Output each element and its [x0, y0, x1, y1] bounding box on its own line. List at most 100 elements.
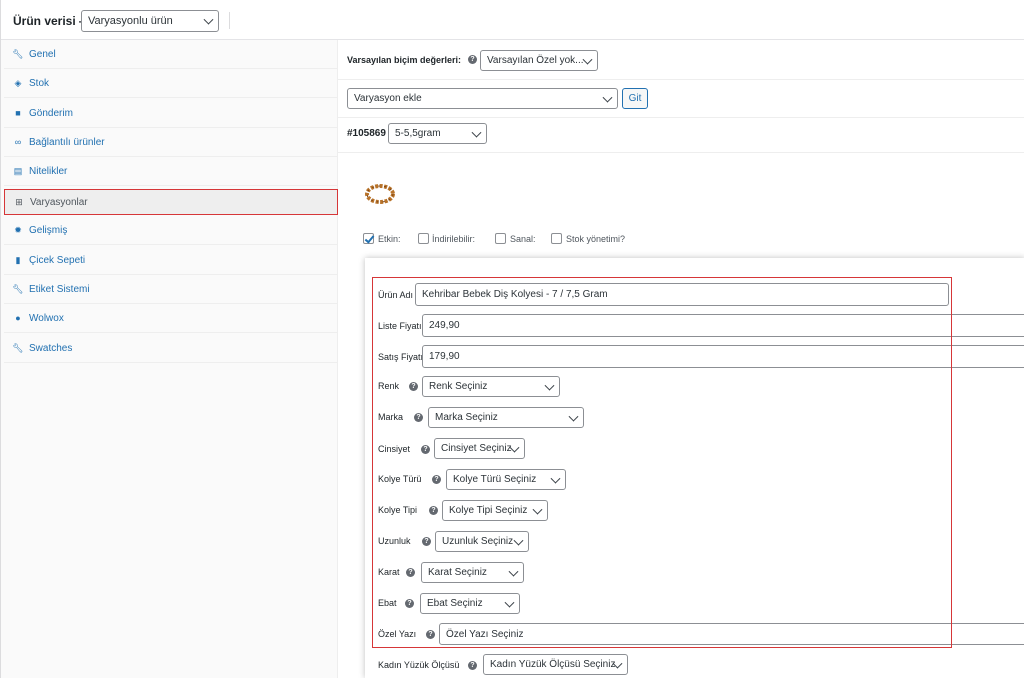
- wrench-icon: 🔧︎: [12, 48, 24, 59]
- chevron-down-icon: [508, 566, 519, 577]
- tab-etiket-sistemi[interactable]: 🔧︎ Etiket Sistemi: [4, 275, 338, 304]
- ring-size-select[interactable]: Kadın Yüzük Ölçüsü Seçiniz: [483, 654, 628, 675]
- tab-wolwox[interactable]: ● Wolwox: [4, 304, 338, 333]
- size-select[interactable]: Ebat Seçiniz: [420, 593, 520, 614]
- product-data-header: Ürün verisi — Varyasyonlu ürün: [1, 0, 1024, 40]
- list-price-label: Liste Fiyatı: [378, 321, 422, 331]
- custom-text-label: Özel Yazı: [378, 629, 417, 639]
- tab-cicek-sepeti[interactable]: ▮ Çicek Sepeti: [4, 246, 338, 275]
- carat-select[interactable]: Karat Seçiniz: [421, 562, 524, 583]
- product-type-select[interactable]: Varyasyonlu ürün: [81, 10, 219, 32]
- product-name-input[interactable]: Kehribar Bebek Diş Kolyesi - 7 / 7,5 Gra…: [415, 283, 949, 306]
- manage-stock-checkbox[interactable]: [551, 233, 562, 244]
- link-icon: ∞: [14, 137, 22, 147]
- virtual-checkbox[interactable]: [495, 233, 506, 244]
- go-button[interactable]: Git: [622, 88, 648, 109]
- downloadable-label: İndirilebilir:: [432, 234, 476, 244]
- tab-shipping[interactable]: ■ Gönderim: [4, 99, 338, 128]
- variation-id: #105869: [347, 128, 386, 139]
- tab-label: Bağlantılı ürünler: [29, 136, 105, 148]
- wrench-icon: 🔧︎: [12, 342, 24, 353]
- tab-general[interactable]: 🔧︎ Genel: [4, 40, 338, 69]
- tab-label: Genel: [29, 48, 56, 60]
- variation-image[interactable]: [357, 171, 403, 217]
- tab-linked-products[interactable]: ∞ Bağlantılı ürünler: [4, 128, 338, 157]
- length-value: Uzunluk Seçiniz: [442, 536, 514, 547]
- tab-label: Nitelikler: [29, 165, 68, 177]
- help-icon[interactable]: ?: [468, 55, 477, 64]
- necklace-type-select[interactable]: Kolye Türü Seçiniz: [446, 469, 566, 490]
- tab-inventory[interactable]: ◈ Stok: [4, 69, 338, 98]
- default-value-select[interactable]: Varsayılan Özel yok...: [480, 50, 598, 71]
- help-icon[interactable]: ?: [409, 382, 418, 391]
- brand-select[interactable]: Marka Seçiniz: [428, 407, 584, 428]
- chevron-down-icon: [513, 535, 524, 546]
- help-icon[interactable]: ?: [432, 475, 441, 484]
- help-icon[interactable]: ?: [405, 599, 414, 608]
- chevron-down-icon: [544, 380, 555, 391]
- color-value: Renk Seçiniz: [429, 381, 488, 392]
- chevron-down-icon: [471, 127, 482, 138]
- truck-icon: ■: [15, 108, 21, 118]
- gender-value: Cinsiyet Seçiniz: [441, 443, 512, 454]
- tab-swatches[interactable]: 🔧︎ Swatches: [4, 334, 338, 363]
- product-name-label: Ürün Adı: [378, 290, 414, 300]
- help-icon[interactable]: ?: [426, 630, 435, 639]
- list-price-input[interactable]: 249,90: [422, 314, 1024, 337]
- help-icon[interactable]: ?: [422, 537, 431, 546]
- help-icon[interactable]: ?: [421, 445, 430, 454]
- sale-price-label: Satış Fiyatı: [378, 352, 424, 362]
- tab-label: Gelişmiş: [29, 224, 68, 236]
- enabled-checkbox[interactable]: [363, 233, 374, 244]
- tab-label: Stok: [29, 77, 50, 89]
- necklace-style-select[interactable]: Kolye Tipi Seçiniz: [442, 500, 548, 521]
- downloadable-checkbox[interactable]: [418, 233, 429, 244]
- length-select[interactable]: Uzunluk Seçiniz: [435, 531, 529, 552]
- product-data-panel: Ürün verisi — Varyasyonlu ürün 🔧︎ Genel …: [0, 0, 1024, 678]
- color-select[interactable]: Renk Seçiniz: [422, 376, 560, 397]
- tab-advanced[interactable]: ✹ Gelişmiş: [4, 216, 338, 245]
- default-values-label: Varsayılan biçim değerleri:: [347, 55, 462, 65]
- tab-label: Gönderim: [29, 107, 73, 119]
- product-data-tabs: 🔧︎ Genel ◈ Stok ■ Gönderim ∞ Bağlantılı …: [1, 40, 338, 678]
- size-label: Ebat: [378, 598, 397, 608]
- help-icon[interactable]: ?: [429, 506, 438, 515]
- variation-attribute-value: 5-5,5gram: [395, 128, 441, 139]
- tab-label: Çicek Sepeti: [29, 254, 86, 266]
- chevron-down-icon: [203, 14, 214, 25]
- necklace-type-value: Kolye Türü Seçiniz: [453, 474, 537, 485]
- help-icon[interactable]: ?: [414, 413, 423, 422]
- chevron-down-icon: [532, 504, 543, 515]
- tab-label: Wolwox: [29, 312, 64, 324]
- list-icon: ▤: [13, 165, 23, 176]
- help-icon[interactable]: ?: [406, 568, 415, 577]
- chevron-down-icon: [568, 411, 579, 422]
- wrench-icon: 🔧︎: [12, 283, 24, 294]
- add-variation-select[interactable]: Varyasyon ekle: [347, 88, 618, 109]
- gear-icon: ✹: [14, 224, 22, 235]
- virtual-label: Sanal:: [510, 234, 536, 244]
- enabled-label: Etkin:: [378, 234, 401, 244]
- manage-stock-label: Stok yönetimi?: [566, 234, 626, 244]
- help-icon[interactable]: ?: [468, 661, 477, 670]
- product-data-title: Ürün verisi —: [13, 14, 92, 28]
- chevron-down-icon: [582, 54, 593, 65]
- tab-variations[interactable]: ⊞ Varyasyonlar: [4, 189, 338, 215]
- gender-select[interactable]: Cinsiyet Seçiniz: [434, 438, 525, 459]
- carat-value: Karat Seçiniz: [428, 567, 487, 578]
- necklace-style-label: Kolye Tipi: [378, 505, 418, 515]
- custom-text-select[interactable]: Özel Yazı Seçiniz: [439, 623, 1024, 645]
- variation-attribute-select[interactable]: 5-5,5gram: [388, 123, 487, 144]
- product-type-value: Varyasyonlu ürün: [88, 15, 173, 27]
- amber-necklace-image: [365, 184, 395, 204]
- tab-attributes[interactable]: ▤ Nitelikler: [4, 157, 338, 186]
- brand-value: Marka Seçiniz: [435, 412, 498, 423]
- bar-chart-icon: ▮: [15, 254, 21, 265]
- grid-icon: ⊞: [15, 196, 23, 207]
- tab-label: Swatches: [29, 342, 73, 354]
- gender-label: Cinsiyet: [378, 444, 411, 454]
- circle-icon: ●: [15, 313, 21, 323]
- ring-size-value: Kadın Yüzük Ölçüsü Seçiniz: [490, 659, 616, 670]
- tag-icon: ◈: [14, 77, 22, 88]
- sale-price-input[interactable]: 179,90: [422, 345, 1024, 368]
